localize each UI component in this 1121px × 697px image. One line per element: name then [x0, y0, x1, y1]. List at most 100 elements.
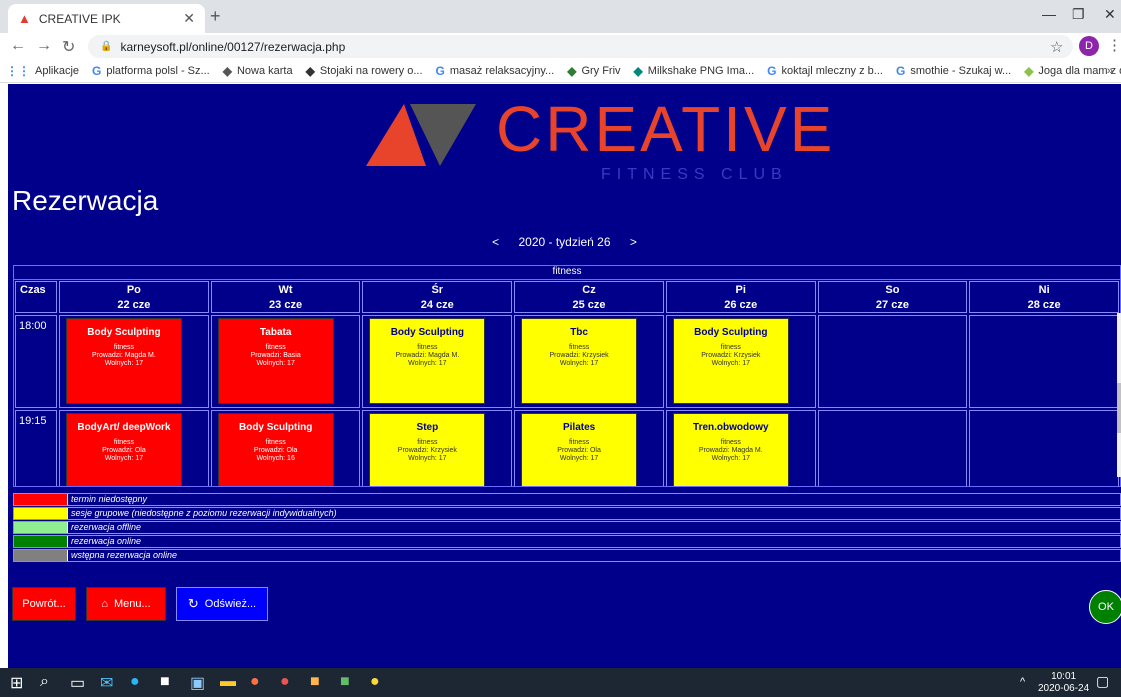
reload-icon[interactable]: ↻ — [62, 37, 75, 57]
paint-icon[interactable]: ■ — [310, 673, 320, 691]
class-category: fitness — [113, 344, 135, 351]
class-free-spots: Wolnych: 17 — [559, 455, 599, 462]
system-clock[interactable]: 10:01 2020-06-24 — [1038, 671, 1089, 695]
day-cell: Tbc fitness Prowadzi: Krzysiek Wolnych: 17 — [514, 315, 664, 408]
next-week-button[interactable]: > — [630, 235, 637, 249]
profile-avatar[interactable]: D — [1079, 36, 1099, 56]
browser-tab[interactable]: ▲ CREATIVE IPK ✕ — [8, 4, 205, 33]
logo-subtitle: FITNESS CLUB — [601, 166, 788, 183]
forward-arrow-icon[interactable]: → — [36, 37, 52, 55]
file-explorer-icon[interactable]: ▬ — [220, 673, 236, 691]
google-icon: G — [767, 64, 777, 78]
bookmark-item[interactable]: Gsmothie - Szukaj w... — [896, 64, 1011, 78]
photos-icon[interactable]: ▣ — [190, 673, 205, 693]
bookmark-item[interactable]: ◆ Stojaki na rowery o... — [306, 64, 423, 78]
class-details: fitness Prowadzi: Magda M. Wolnych: 17 — [67, 344, 181, 368]
day-date: 25 cze — [572, 299, 606, 311]
week-navigation: < 2020 - tydzień 26 > — [8, 235, 1121, 249]
close-window-icon[interactable]: ✕ — [1104, 6, 1116, 23]
legend-row: rezerwacja online — [13, 535, 1121, 548]
class-instructor: Prowadzi: Krzysiek — [397, 447, 457, 454]
google-icon: G — [435, 64, 445, 78]
app-icon[interactable]: ● — [280, 673, 290, 691]
day-cell: Tren.obwodowy fitness Prowadzi: Magda M. Wo… — [665, 410, 816, 486]
class-slot[interactable]: Step fitness Prowadzi: Krzysiek Wolnych: 17 — [369, 413, 486, 486]
task-view-icon[interactable]: ▭ — [70, 673, 85, 693]
bookmark-star-icon[interactable]: ☆ — [1050, 38, 1063, 56]
bookmark-item[interactable]: ◆ Milkshake PNG Ima... — [634, 64, 755, 78]
windows-taskbar: ⊞ ⌕ ▭ ✉ ● ■ ▣ ▬ ● ● ■ ■ ● ^ ▢ — [0, 668, 1121, 697]
bookmark-item[interactable]: ◆ Gry Friv — [567, 64, 620, 78]
windows-start-icon[interactable]: ⊞ — [10, 673, 23, 693]
day-cell: Step fitness Prowadzi: Krzysiek Wolnych: 17 — [362, 410, 513, 486]
legend-label: wstępna rezerwacja online — [67, 550, 177, 561]
store-icon[interactable]: ■ — [160, 673, 170, 691]
bookmark-label: Nowa karta — [236, 65, 293, 77]
menu-button[interactable]: ⌂ Menu... — [86, 587, 166, 621]
bookmark-label: Aplikacje — [35, 65, 80, 77]
browser-menu-icon[interactable]: ⋮ — [1107, 36, 1121, 54]
more-bookmarks-icon[interactable]: » — [1107, 65, 1113, 77]
day-date: 27 cze — [875, 299, 909, 311]
class-details: fitness Prowadzi: Ola Wolnych: 17 — [522, 439, 636, 463]
new-tab-icon[interactable]: + — [210, 6, 221, 27]
url-field[interactable]: 🔒 karneysoft.pl/online/00127/rezerwacja.… — [88, 35, 1073, 58]
vertical-scrollbar[interactable] — [1117, 313, 1121, 477]
class-slot[interactable]: Body Sculpting fitness Prowadzi: Krzysiek W… — [672, 318, 789, 404]
class-slot[interactable]: Pilates fitness Prowadzi: Ola Wolnych: 17 — [521, 413, 638, 486]
legend-swatch — [14, 550, 67, 561]
restore-icon[interactable]: ❐ — [1072, 6, 1085, 23]
class-slot[interactable]: Tbc fitness Prowadzi: Krzysiek Wolnych: 17 — [521, 318, 638, 404]
bookmark-item[interactable]: Gmasaż relaksacyjny... — [436, 64, 555, 78]
ok-button[interactable]: OK — [1089, 590, 1121, 624]
bookmark-label: platforma polsl - Sz... — [106, 65, 210, 77]
back-button[interactable]: Powrót... — [12, 587, 76, 621]
class-slot[interactable]: BodyArt/ deepWork fitness Prowadzi: Ola Wol… — [65, 413, 182, 486]
menu-button-label: Menu... — [113, 598, 151, 610]
refresh-button[interactable]: ↻ Odśwież... — [176, 587, 268, 621]
tray-chevron-icon[interactable]: ^ — [1020, 676, 1025, 688]
class-instructor: Prowadzi: Magda M. — [698, 447, 763, 454]
mail-icon[interactable]: ✉ — [100, 673, 113, 693]
class-free-spots: Wolnych: 17 — [711, 360, 750, 367]
schedule-row: 19:15 BodyArt/ deepWork fitness Prowadzi: O… — [14, 409, 1120, 486]
search-icon[interactable]: ⌕ — [40, 673, 49, 691]
prev-week-button[interactable]: < — [492, 235, 499, 249]
day-name: Śr — [431, 284, 444, 296]
class-slot[interactable]: Body Sculpting fitness Prowadzi: Magda M. W… — [65, 318, 182, 404]
image-icon: ◆ — [633, 64, 643, 78]
logo-triangles-icon — [366, 104, 476, 166]
notifications-icon[interactable]: ▢ — [1096, 673, 1109, 690]
bookmark-item[interactable]: ⋮⋮ Aplikacje — [6, 64, 79, 78]
class-slot[interactable]: Tabata fitness Prowadzi: Basia Wolnych: 17 — [217, 318, 334, 404]
clock-date: 2020-06-24 — [1038, 683, 1090, 694]
class-slot[interactable]: Tren.obwodowy fitness Prowadzi: Magda M. Wo… — [672, 413, 789, 486]
edge-icon[interactable]: ● — [130, 673, 140, 691]
chrome-icon[interactable]: ● — [370, 673, 380, 691]
class-instructor: Prowadzi: Magda M. — [395, 352, 460, 359]
bookmark-label: masaż relaksacyjny... — [449, 65, 555, 77]
day-date: 22 cze — [117, 299, 151, 311]
category-header: fitness — [14, 266, 1120, 280]
legend-swatch — [14, 508, 67, 519]
bookmark-item[interactable]: ◆ Nowa karta — [223, 64, 293, 78]
day-cell: Tabata fitness Prowadzi: Basia Wolnych: 17 — [210, 315, 361, 408]
close-tab-icon[interactable]: ✕ — [183, 10, 195, 27]
class-slot[interactable]: Body Sculpting fitness Prowadzi: Ola Wolnyc… — [217, 413, 334, 486]
legend-label: rezerwacja online — [67, 536, 141, 547]
minimize-icon[interactable]: — — [1042, 6, 1056, 22]
day-date: 28 cze — [1027, 299, 1061, 311]
back-arrow-icon[interactable]: ← — [10, 37, 26, 55]
bookmark-item[interactable]: Gplatforma polsl - Sz... — [92, 64, 210, 78]
class-details: fitness Prowadzi: Magda M. Wolnych: 17 — [370, 344, 484, 368]
class-category: fitness — [417, 344, 438, 351]
class-slot[interactable]: Body Sculpting fitness Prowadzi: Magda M. W… — [369, 318, 486, 404]
excel-icon[interactable]: ■ — [340, 673, 350, 691]
vertical-scroll-thumb[interactable] — [1117, 383, 1121, 433]
bookmark-item[interactable]: Gkoktajl mleczny z b... — [767, 64, 883, 78]
firefox-icon[interactable]: ● — [250, 673, 260, 691]
day-name: Wt — [278, 284, 293, 296]
class-free-spots: Wolnych: 17 — [711, 455, 750, 462]
class-category: fitness — [720, 344, 741, 351]
globe-icon: ◆ — [222, 64, 232, 78]
